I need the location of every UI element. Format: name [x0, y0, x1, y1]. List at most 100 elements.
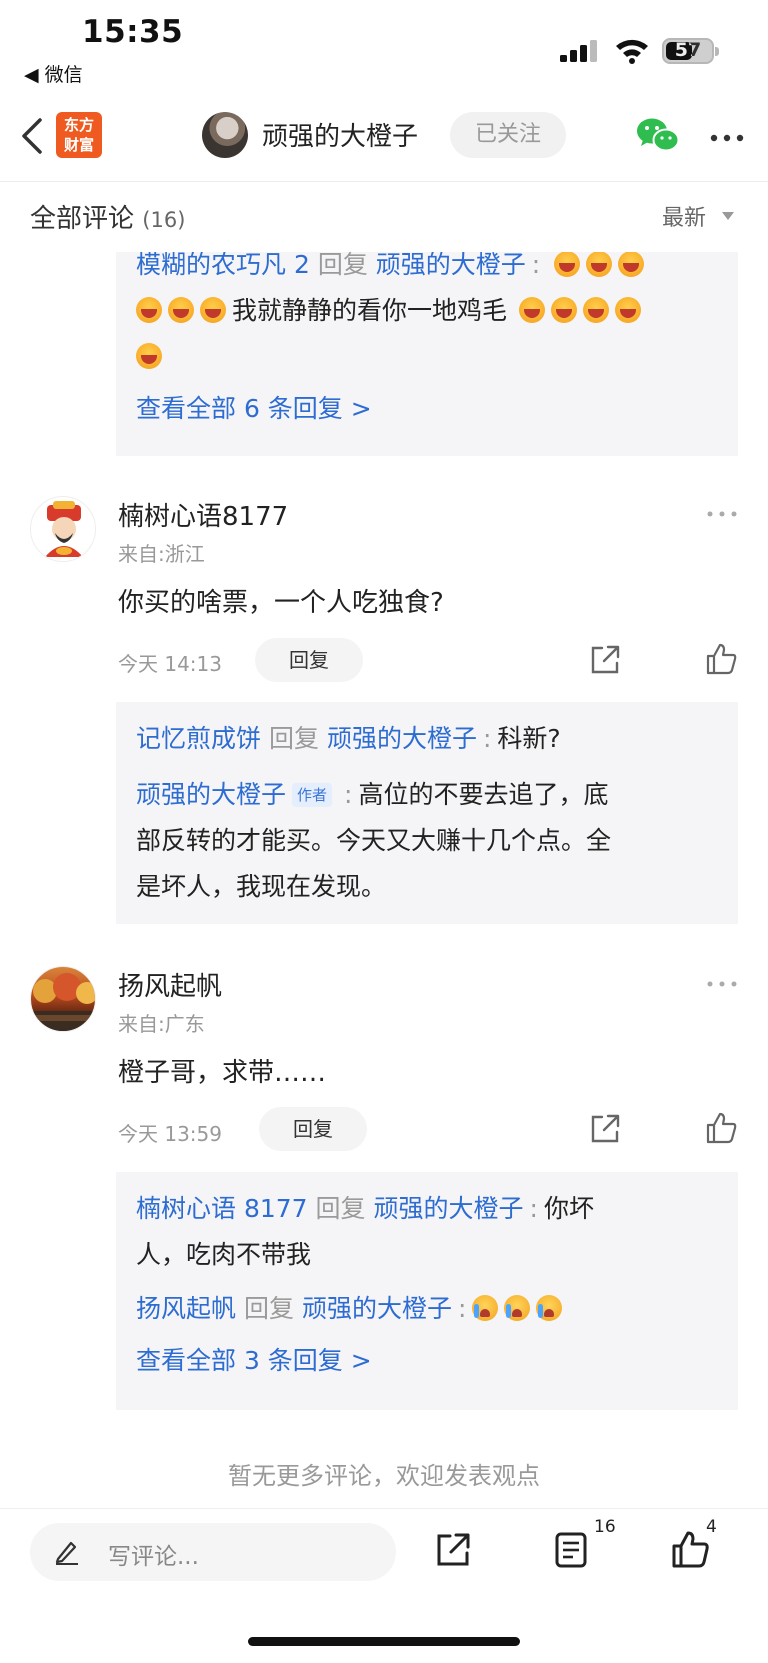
reply-colon: :: [344, 780, 353, 809]
reply-colon: :: [531, 250, 541, 279]
comments-header: 全部评论 (16) 最新: [0, 182, 768, 252]
wechat-share-icon[interactable]: [636, 116, 680, 154]
reply-item: 记忆煎成饼 回复 顽强的大橙子: 科新?: [136, 716, 561, 762]
reply-text-line: 我就静静的看你一地鸡毛: [136, 288, 647, 334]
comment-text: 你买的啥票，一个人吃独食?: [118, 588, 444, 618]
status-time: 15:35: [82, 14, 184, 50]
laughing-emoji-icon: [136, 343, 162, 369]
comment-input[interactable]: 写评论...: [30, 1523, 396, 1581]
comment-count-badge: 16: [594, 1517, 616, 1537]
crying-emoji-icon: [536, 1295, 563, 1321]
reply-thread: 记忆煎成饼 回复 顽强的大橙子: 科新? 顽强的大橙子 作者: 高位的不要去追了，底 …: [116, 702, 738, 924]
reply-colon: :: [529, 1194, 538, 1223]
status-bar: 15:35 ◀ 微信 57: [0, 0, 768, 100]
comment-time: 今天 14:13: [118, 652, 222, 676]
reply-user[interactable]: 楠树心语 8177: [136, 1194, 308, 1223]
comments-title: 全部评论 (16): [30, 198, 185, 235]
cellular-signal-icon: [560, 40, 597, 62]
share-icon[interactable]: [588, 643, 622, 677]
author-name[interactable]: 顽强的大橙子: [262, 116, 418, 153]
comments-count: (16): [142, 208, 186, 232]
comment-input-placeholder: 写评论...: [108, 1544, 199, 1570]
comment-text: 橙子哥，求带……: [118, 1058, 327, 1088]
app-logo[interactable]: 东方 财富: [56, 112, 102, 158]
god-of-wealth-avatar-icon: [45, 501, 83, 557]
comment-time: 今天 13:59: [118, 1122, 222, 1146]
crying-emoji-icon: [504, 1295, 531, 1321]
reply-text-line: 部反转的才能买。今天又大赚十几个点。全: [136, 826, 612, 855]
reply-text: 你坏: [543, 1194, 594, 1223]
reply-word: 回复: [315, 1194, 366, 1223]
reply-button[interactable]: 回复: [259, 1107, 367, 1151]
reply-target[interactable]: 顽强的大橙子: [374, 1194, 524, 1223]
commenter-name[interactable]: 楠树心语8177: [118, 496, 288, 533]
laughing-emoji-icon: [614, 297, 641, 323]
follow-button[interactable]: 已关注: [450, 112, 566, 158]
logo-line-2: 财富: [63, 136, 94, 154]
laughing-emoji-icon: [518, 297, 545, 323]
reply-user[interactable]: 顽强的大橙子: [136, 780, 286, 809]
author-avatar[interactable]: [202, 112, 248, 158]
share-icon[interactable]: [588, 1112, 622, 1146]
no-more-comments-note: 暂无更多评论，欢迎发表观点: [228, 1462, 540, 1490]
reply-word: 回复: [268, 724, 319, 753]
reply-text-line: [136, 334, 168, 380]
commenter-name[interactable]: 扬风起帆: [118, 966, 222, 1003]
reply-thread: 模糊的农巧凡 2 回复 顽强的大橙子: 我就静静的看你一地鸡毛 查看全部 6 条…: [116, 238, 738, 456]
reply-item: 扬风起帆 回复 顽强的大橙子:: [136, 1286, 568, 1332]
laughing-emoji-icon: [618, 251, 645, 277]
reply-user[interactable]: 记忆煎成饼: [136, 724, 261, 753]
commenter-location: 来自:广东: [118, 1012, 205, 1036]
reply-text: 高位的不要去追了，底: [358, 780, 609, 809]
laughing-emoji-icon: [550, 297, 577, 323]
crying-emoji-icon: [472, 1295, 499, 1321]
view-all-replies-link[interactable]: 查看全部 6 条回复 >: [136, 386, 372, 432]
avatar[interactable]: [30, 496, 96, 562]
comment-more-icon[interactable]: [706, 510, 738, 518]
bottom-action-bar: 写评论... 16 4: [0, 1508, 768, 1663]
more-options-icon[interactable]: [710, 134, 744, 142]
back-arrow-icon[interactable]: [20, 118, 44, 154]
top-nav-bar: 东方 财富 顽强的大橙子 已关注: [0, 104, 768, 182]
reply-text-line: 是坏人，我现在发现。: [136, 872, 387, 901]
comment-more-icon[interactable]: [706, 980, 738, 988]
thumbs-up-icon[interactable]: [704, 642, 738, 676]
reply-text-line: 人，吃肉不带我: [136, 1240, 312, 1269]
thumbs-up-icon[interactable]: [670, 1529, 710, 1569]
logo-line-1: 东方: [63, 116, 94, 134]
reply-target[interactable]: 顽强的大橙子: [302, 1294, 452, 1323]
reply-item: 顽强的大橙子 作者: 高位的不要去追了，底: [136, 772, 608, 818]
reply-colon: :: [457, 1294, 467, 1323]
view-all-replies-link[interactable]: 查看全部 3 条回复 >: [136, 1338, 372, 1384]
laughing-emoji-icon: [168, 297, 194, 323]
reply-word: 回复: [317, 250, 368, 279]
chevron-down-icon[interactable]: [722, 212, 734, 220]
reply-target[interactable]: 顽强的大橙子: [327, 724, 477, 753]
reply-button[interactable]: 回复: [255, 638, 363, 682]
avatar[interactable]: [30, 966, 96, 1032]
reply-thread: 楠树心语 8177 回复 顽强的大橙子: 你坏 人，吃肉不带我 扬风起帆 回复 顽…: [116, 1172, 738, 1410]
autumn-trees-avatar-icon: [31, 973, 95, 1031]
wifi-icon: [616, 39, 648, 64]
comments-list-icon[interactable]: [552, 1531, 590, 1569]
pen-icon: [55, 1541, 78, 1565]
reply-user[interactable]: 扬风起帆: [136, 1294, 236, 1323]
reply-target[interactable]: 顽强的大橙子: [376, 250, 526, 279]
laughing-emoji-icon: [582, 297, 609, 323]
reply-word: 回复: [243, 1294, 294, 1323]
share-icon[interactable]: [434, 1531, 472, 1569]
comments-title-label: 全部评论: [30, 204, 135, 234]
author-badge: 作者: [292, 783, 333, 807]
thumbs-up-icon[interactable]: [704, 1111, 738, 1145]
home-indicator: [248, 1637, 520, 1646]
battery-level: 57: [674, 39, 702, 61]
reply-item: 楠树心语 8177 回复 顽强的大橙子: 你坏: [136, 1186, 594, 1232]
reply-text: 我就静静的看你一地鸡毛: [232, 296, 508, 325]
sort-dropdown[interactable]: 最新: [662, 200, 706, 232]
laughing-emoji-icon: [136, 297, 162, 323]
reply-user[interactable]: 模糊的农巧凡 2: [136, 250, 310, 279]
laughing-emoji-icon: [200, 297, 226, 323]
back-to-app-link[interactable]: ◀ 微信: [24, 60, 83, 87]
commenter-location: 来自:浙江: [118, 542, 205, 566]
battery-icon: 57: [662, 38, 719, 64]
